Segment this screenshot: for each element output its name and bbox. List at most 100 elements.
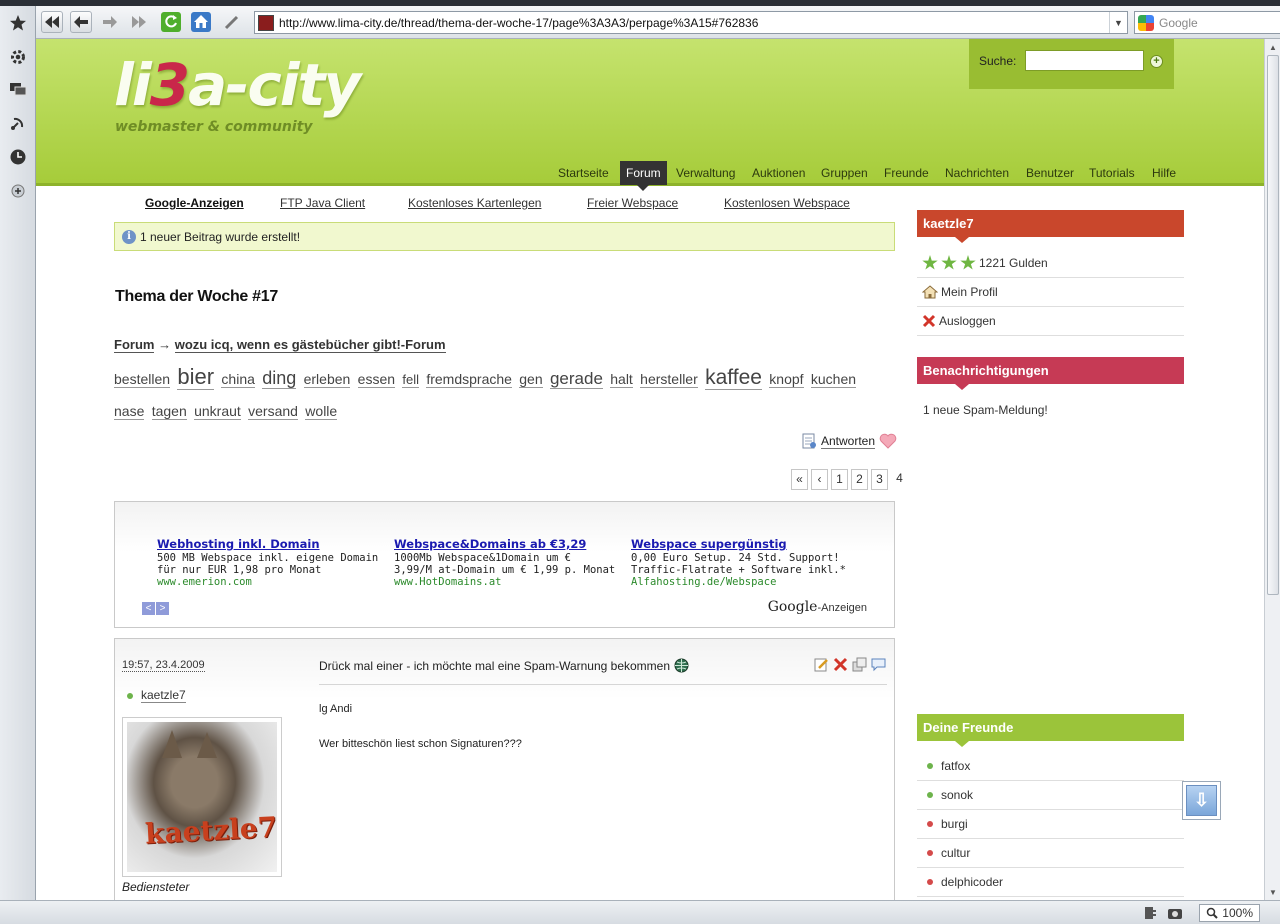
pager-first[interactable]: « [791,469,808,490]
site-search-go-icon[interactable]: + [1150,55,1163,68]
browser-search-field[interactable]: Google ▼ [1134,11,1280,34]
ad-text: für nur EUR 1,98 pro Monat [157,564,322,576]
nav-hilfe[interactable]: Hilfe [1152,161,1176,185]
history-clock-icon[interactable] [5,144,31,170]
ad-item[interactable]: Webspace supergünstig 0,00 Euro Setup. 2… [631,538,866,588]
nav-verwaltung[interactable]: Verwaltung [676,161,735,185]
nav-benutzer[interactable]: Benutzer [1026,161,1074,185]
nav-auktionen[interactable]: Auktionen [752,161,805,185]
ad-link-freier-webspace[interactable]: Freier Webspace [587,196,678,210]
breadcrumb-subforum-link[interactable]: wozu icq, wenn es gästebücher gibt!-Foru… [174,337,446,353]
ad-item[interactable]: Webhosting inkl. Domain 500 MB Webspace … [157,538,392,588]
nav-tutorials[interactable]: Tutorials [1089,161,1135,185]
tag-link[interactable]: ding [262,368,297,389]
logout-link[interactable]: Ausloggen [917,307,1184,336]
delete-post-icon[interactable] [833,657,848,672]
tag-link[interactable]: hersteller [640,371,698,388]
ad-link-ftp-java-client[interactable]: FTP Java Client [280,196,365,210]
scroll-down-icon[interactable]: ▼ [1265,884,1280,900]
tag-link[interactable]: bestellen [114,371,171,388]
reload-icon[interactable] [160,11,182,33]
bookmarks-star-icon[interactable] [5,10,31,36]
ad-next-icon[interactable]: > [156,602,169,615]
post-date[interactable]: 19:57, 23.4.2009 [122,659,205,672]
pager-page-1[interactable]: 1 [831,469,848,490]
ad-link-kostenlosen-webspace[interactable]: Kostenlosen Webspace [724,196,850,210]
tag-link[interactable]: china [221,371,255,388]
url-dropdown-icon[interactable]: ▼ [1109,12,1127,33]
pager-page-2[interactable]: 2 [851,469,868,490]
site-search-input[interactable] [1025,50,1144,71]
nav-gruppen[interactable]: Gruppen [821,161,868,185]
reply-button[interactable]: Antworten [801,432,897,450]
zoom-control[interactable]: 100% [1199,904,1260,922]
edit-pencil-icon[interactable] [221,11,243,33]
ad-link-kartenlegen[interactable]: Kostenloses Kartenlegen [408,196,541,210]
plugin-icon[interactable] [1142,905,1158,921]
ad-title[interactable]: Webspace&Domains ab €3,29 [394,538,629,550]
tag-link[interactable]: nase [114,403,145,420]
ad-link-google-anzeigen[interactable]: Google-Anzeigen [145,196,244,210]
camera-icon[interactable] [1167,905,1183,921]
ad-url[interactable]: www.HotDomains.at [394,576,629,588]
tag-link[interactable]: erleben [303,371,351,388]
nav-forum[interactable]: Forum [620,161,667,191]
ad-url[interactable]: Alfahosting.de/Webspace [631,576,866,588]
satellite-feed-icon[interactable] [5,110,31,136]
tag-link[interactable]: fell [402,372,419,388]
tag-link[interactable]: gen [519,371,543,388]
vertical-scrollbar[interactable]: ▲ ▼ [1264,39,1280,900]
tag-link[interactable]: halt [610,371,633,388]
rewind-icon[interactable] [41,11,63,33]
report-comment-icon[interactable] [871,657,886,672]
quote-post-icon[interactable] [852,657,867,672]
spam-notification[interactable]: 1 neue Spam-Meldung! [923,403,1048,417]
home-icon[interactable] [190,11,212,33]
forward-arrow-icon[interactable] [99,11,121,33]
ad-title[interactable]: Webspace supergünstig [631,538,866,550]
chat-windows-icon[interactable] [5,76,31,102]
tag-link[interactable]: kuchen [810,371,857,388]
tag-link[interactable]: fremdsprache [426,371,512,388]
friend-item[interactable]: delphicoder [917,868,1184,897]
ad-title[interactable]: Webhosting inkl. Domain [157,538,392,550]
scroll-up-icon[interactable]: ▲ [1265,39,1280,55]
tag-link[interactable]: essen [357,371,396,388]
heart-icon[interactable] [879,433,897,449]
back-arrow-icon[interactable] [70,11,92,33]
site-logo[interactable]: li3a-city [114,51,361,119]
nav-freunde[interactable]: Freunde [884,161,929,185]
friend-item[interactable]: burgi [917,810,1184,839]
address-bar[interactable]: http://www.lima-city.de/thread/thema-der… [254,11,1128,34]
my-profile-link[interactable]: Mein Profil [917,278,1184,307]
ad-url[interactable]: www.emerion.com [157,576,392,588]
tag-link[interactable]: wolle [305,403,338,420]
tag-link[interactable]: bier [177,364,215,390]
pager-page-3[interactable]: 3 [871,469,888,490]
edit-post-icon[interactable] [814,657,829,672]
ad-item[interactable]: Webspace&Domains ab €3,29 1000Mb Webspac… [394,538,629,588]
tag-link[interactable]: gerade [549,369,603,389]
nav-startseite[interactable]: Startseite [558,161,609,185]
add-panel-icon[interactable] [5,178,31,204]
tag-link[interactable]: unkraut [194,403,241,420]
scrollbar-thumb[interactable] [1267,55,1279,595]
ads-by-google[interactable]: Google-Anzeigen [768,599,867,615]
tag-link[interactable]: kaffee [705,366,762,390]
tag-link[interactable]: tagen [151,403,187,420]
post-author-link[interactable]: kaetzle7 [141,688,186,703]
nav-nachrichten[interactable]: Nachrichten [945,161,1009,185]
tag-link[interactable]: versand [248,403,298,420]
settings-gear-icon[interactable] [5,44,31,70]
scroll-down-button[interactable]: ⇩ [1182,781,1221,820]
friend-item[interactable]: sonok [917,781,1184,810]
user-box-header[interactable]: kaetzle7 [917,210,1184,243]
tag-link[interactable]: knopf [769,371,804,388]
pager-prev[interactable]: ‹ [811,469,828,490]
google-engine-icon[interactable] [1138,15,1154,31]
friend-item[interactable]: cultur [917,839,1184,868]
ad-prev-icon[interactable]: < [142,602,155,615]
breadcrumb-forum-link[interactable]: Forum [114,337,155,353]
fast-forward-icon[interactable] [128,11,150,33]
friend-item[interactable]: fatfox [917,752,1184,781]
